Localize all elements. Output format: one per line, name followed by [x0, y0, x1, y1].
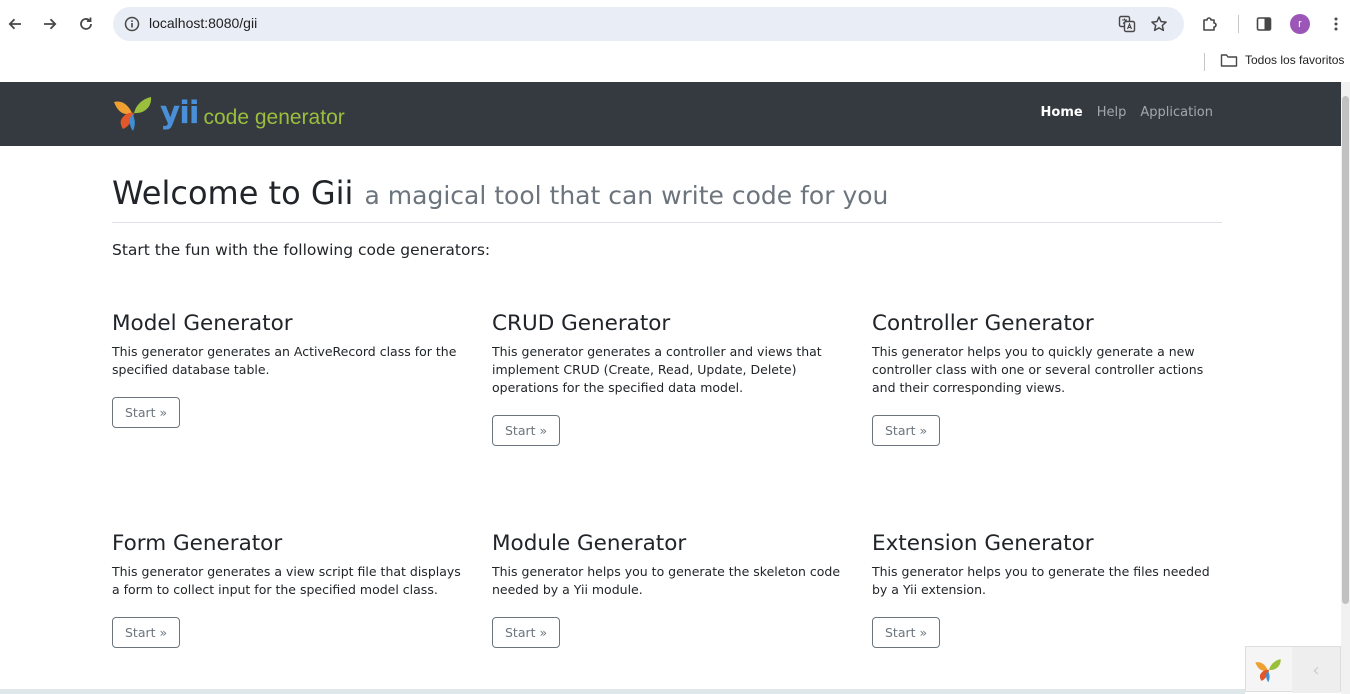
bottom-edge	[0, 689, 1245, 694]
url-text[interactable]: localhost:8080/gii	[149, 15, 257, 31]
yii-logo-icon	[114, 97, 152, 131]
extensions-button[interactable]	[1198, 12, 1222, 36]
main-container: Welcome to Gii a magical tool that can w…	[112, 146, 1222, 648]
navbar-links: Home Help Application	[1041, 105, 1213, 120]
generator-card-crud: CRUD Generator This generator generates …	[492, 311, 842, 446]
generator-description: This generator helps you to generate the…	[872, 564, 1210, 597]
reload-icon	[80, 17, 92, 30]
nav-application-link[interactable]: Application	[1140, 105, 1213, 120]
nav-help-link[interactable]: Help	[1097, 105, 1127, 120]
toolbar-divider	[1238, 15, 1239, 33]
arrow-right-icon	[44, 18, 57, 30]
site-info-icon[interactable]	[124, 16, 140, 36]
browser-toolbar: localhost:8080/gii r	[0, 0, 1350, 48]
generator-description: This generator helps you to quickly gene…	[872, 344, 1204, 395]
start-form-generator-button[interactable]: Start »	[112, 617, 181, 648]
generator-description: This generator generates a view script f…	[112, 564, 461, 597]
address-bar[interactable]: localhost:8080/gii	[113, 7, 1184, 41]
generator-card-extension: Extension Generator This generator helps…	[872, 531, 1222, 648]
intro-text: Start the fun with the following code ge…	[112, 241, 491, 259]
generator-description: This generator helps you to generate the…	[492, 564, 841, 597]
nav-home-link[interactable]: Home	[1041, 105, 1083, 120]
debug-toggle-chevron-icon[interactable]: ‹	[1292, 647, 1340, 693]
generator-title: Module Generator	[492, 531, 687, 556]
generator-title: Controller Generator	[872, 311, 1094, 336]
page-title-subtitle: a magical tool that can write code for y…	[364, 181, 889, 210]
gii-navbar: yii code generator Home Help Application	[0, 82, 1341, 146]
bookmarks-folder-label: Todos los favoritos	[1245, 53, 1345, 67]
page-title-main: Welcome to Gii	[112, 174, 354, 212]
puzzle-icon	[1203, 17, 1217, 31]
generator-card-module: Module Generator This generator helps yo…	[492, 531, 842, 648]
yii-debug-logo-icon[interactable]	[1254, 653, 1284, 691]
arrow-left-icon	[8, 18, 21, 30]
start-extension-generator-button[interactable]: Start »	[872, 617, 941, 648]
generator-description: This generator generates a controller an…	[492, 344, 822, 395]
start-module-generator-button[interactable]: Start »	[492, 617, 561, 648]
page-viewport: yii code generator Home Help Application…	[0, 82, 1341, 694]
page-title: Welcome to Gii a magical tool that can w…	[112, 174, 1222, 223]
folder-icon	[1220, 54, 1238, 67]
generator-title: Model Generator	[112, 311, 293, 336]
bookmarks-bar: Todos los favoritos	[0, 48, 1350, 82]
brand-yii-text: yii	[160, 94, 199, 131]
brand-title: code generator	[203, 106, 345, 129]
bookmarks-divider	[1204, 53, 1205, 71]
side-panel-button[interactable]	[1252, 12, 1276, 36]
generator-card-form: Form Generator This generator generates …	[112, 531, 462, 648]
browser-menu-button[interactable]	[1324, 12, 1348, 36]
reload-button[interactable]	[74, 12, 98, 36]
start-model-generator-button[interactable]: Start »	[112, 397, 181, 428]
page-scrollbar[interactable]	[1341, 82, 1350, 694]
debug-toolbar[interactable]: ‹	[1245, 646, 1341, 693]
generator-title: Form Generator	[112, 531, 283, 556]
translate-icon[interactable]	[1118, 15, 1136, 37]
profile-avatar[interactable]: r	[1290, 14, 1310, 34]
back-button[interactable]	[3, 12, 27, 36]
side-panel-icon	[1256, 17, 1272, 31]
scrollbar-thumb[interactable]	[1342, 96, 1349, 604]
start-controller-generator-button[interactable]: Start »	[872, 415, 941, 446]
forward-button[interactable]	[38, 12, 62, 36]
all-bookmarks-folder[interactable]: Todos los favoritos	[1220, 52, 1344, 68]
gii-brand-logo[interactable]: yii code generator	[112, 92, 345, 134]
generator-description: This generator generates an ActiveRecord…	[112, 344, 457, 377]
generator-title: CRUD Generator	[492, 311, 671, 336]
generator-card-model: Model Generator This generator generates…	[112, 311, 462, 428]
more-vertical-icon	[1334, 17, 1338, 31]
generator-card-controller: Controller Generator This generator help…	[872, 311, 1222, 446]
start-crud-generator-button[interactable]: Start »	[492, 415, 561, 446]
generator-title: Extension Generator	[872, 531, 1094, 556]
bookmark-star-icon[interactable]	[1150, 15, 1168, 37]
